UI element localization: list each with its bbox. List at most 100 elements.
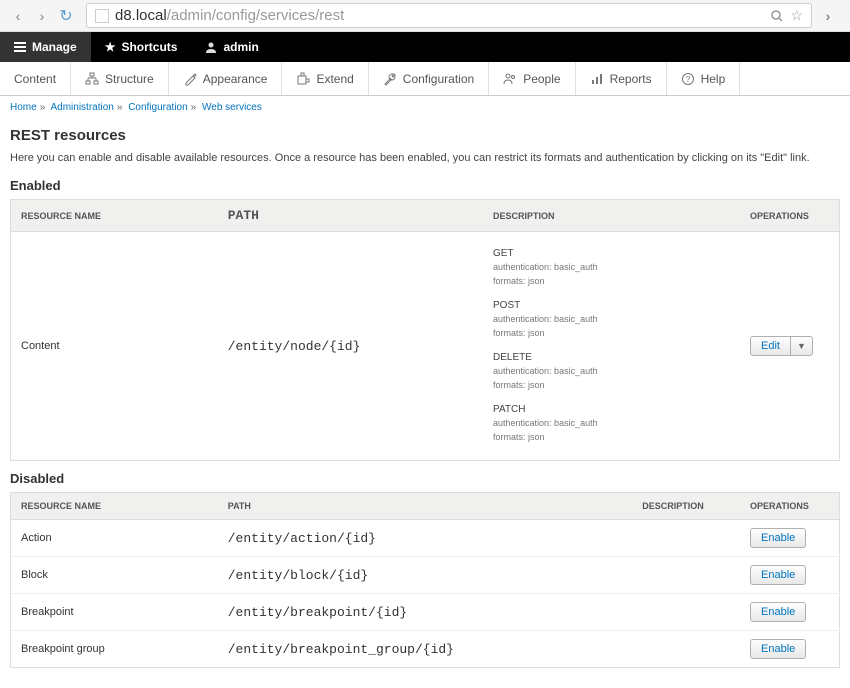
edit-button[interactable]: Edit ▼ bbox=[750, 336, 813, 356]
browser-chrome: ‹ › ↻ d8.local/admin/config/services/res… bbox=[0, 0, 850, 32]
cell-resource-name: Action bbox=[11, 520, 218, 557]
tab-structure[interactable]: Structure bbox=[71, 62, 169, 95]
table-row: Breakpoint group/entity/breakpoint_group… bbox=[11, 631, 840, 668]
cell-operations: Edit ▼ bbox=[740, 232, 840, 461]
method-formats: formats: json bbox=[493, 275, 730, 289]
heading-enabled: Enabled bbox=[10, 178, 840, 193]
col-resource-name: RESOURCE NAME bbox=[11, 493, 218, 520]
tab-appearance[interactable]: Appearance bbox=[169, 62, 283, 95]
col-path: PATH bbox=[218, 493, 633, 520]
col-operations: OPERATIONS bbox=[740, 200, 840, 232]
user-icon bbox=[205, 41, 217, 53]
table-row: Action/entity/action/{id} Enable bbox=[11, 520, 840, 557]
enabled-table: RESOURCE NAME PATH DESCRIPTION OPERATION… bbox=[10, 199, 840, 461]
method-auth: authentication: basic_auth bbox=[493, 417, 730, 431]
method-name: GET bbox=[493, 248, 730, 259]
toolbar-manage[interactable]: Manage bbox=[0, 32, 91, 62]
svg-text:?: ? bbox=[685, 75, 690, 84]
extend-icon bbox=[296, 72, 310, 86]
method-auth: authentication: basic_auth bbox=[493, 365, 730, 379]
reports-icon bbox=[590, 72, 604, 86]
disabled-table: RESOURCE NAME PATH DESCRIPTION OPERATION… bbox=[10, 492, 840, 668]
appearance-icon bbox=[183, 72, 197, 86]
forward-button[interactable]: › bbox=[32, 6, 52, 26]
cell-resource-name: Breakpoint group bbox=[11, 631, 218, 668]
col-resource-name: RESOURCE NAME bbox=[11, 200, 218, 232]
method-auth: authentication: basic_auth bbox=[493, 261, 730, 275]
tab-structure-label: Structure bbox=[105, 72, 154, 86]
search-icon[interactable] bbox=[770, 9, 784, 23]
tab-configuration[interactable]: Configuration bbox=[369, 62, 489, 95]
cell-operations: Enable bbox=[740, 520, 839, 557]
cell-path: /entity/breakpoint/{id} bbox=[218, 594, 633, 631]
tab-help[interactable]: ? Help bbox=[667, 62, 741, 95]
star-icon: ★ bbox=[105, 40, 116, 54]
method-block: GET authentication: basic_authformats: js… bbox=[493, 248, 730, 288]
cell-path: /entity/block/{id} bbox=[218, 557, 633, 594]
url-host: d8.local bbox=[115, 7, 167, 24]
admin-toolbar: Manage ★ Shortcuts admin bbox=[0, 32, 850, 62]
heading-disabled: Disabled bbox=[10, 471, 840, 486]
overflow-button[interactable]: › bbox=[818, 6, 838, 26]
tab-reports-label: Reports bbox=[610, 72, 652, 86]
cell-path: /entity/breakpoint_group/{id} bbox=[218, 631, 633, 668]
cell-operations: Enable bbox=[740, 631, 839, 668]
structure-icon bbox=[85, 72, 99, 86]
enable-button[interactable]: Enable bbox=[750, 639, 806, 659]
method-formats: formats: json bbox=[493, 431, 730, 445]
toolbar-user[interactable]: admin bbox=[191, 32, 272, 62]
method-name: POST bbox=[493, 300, 730, 311]
page-description: Here you can enable and disable availabl… bbox=[10, 152, 840, 164]
toolbar-shortcuts[interactable]: ★ Shortcuts bbox=[91, 32, 192, 62]
method-auth: authentication: basic_auth bbox=[493, 313, 730, 327]
breadcrumb-admin[interactable]: Administration bbox=[50, 102, 113, 113]
cell-description: GETauthentication: basic_authformats: js… bbox=[483, 232, 740, 461]
enable-button[interactable]: Enable bbox=[750, 602, 806, 622]
table-row: Content /entity/node/{id} GET authenticat… bbox=[11, 232, 840, 461]
tab-reports[interactable]: Reports bbox=[576, 62, 667, 95]
tab-configuration-label: Configuration bbox=[403, 72, 474, 86]
tab-content[interactable]: Content bbox=[0, 62, 71, 95]
breadcrumb-home[interactable]: Home bbox=[10, 102, 37, 113]
toolbar-shortcuts-label: Shortcuts bbox=[121, 40, 177, 54]
tab-extend-label: Extend bbox=[316, 72, 353, 86]
breadcrumb-webservices[interactable]: Web services bbox=[202, 102, 262, 113]
method-name: PATCH bbox=[493, 404, 730, 415]
method-name: DELETE bbox=[493, 352, 730, 363]
method-block: PATCH authentication: basic_authformats: … bbox=[493, 404, 730, 444]
enable-button[interactable]: Enable bbox=[750, 528, 806, 548]
reload-button[interactable]: ↻ bbox=[56, 6, 76, 26]
tab-content-label: Content bbox=[14, 72, 56, 86]
url-path: /admin/config/services/rest bbox=[167, 7, 345, 24]
admin-tabs: Content Structure Appearance Extend Conf… bbox=[0, 62, 850, 96]
tab-help-label: Help bbox=[701, 72, 726, 86]
method-formats: formats: json bbox=[493, 327, 730, 341]
cell-operations: Enable bbox=[740, 594, 839, 631]
people-icon bbox=[503, 72, 517, 86]
cell-path: /entity/node/{id} bbox=[218, 232, 483, 461]
page-icon bbox=[95, 9, 109, 23]
back-button[interactable]: ‹ bbox=[8, 6, 28, 26]
url-bar[interactable]: d8.local/admin/config/services/rest ☆ bbox=[86, 3, 812, 28]
breadcrumb-config[interactable]: Configuration bbox=[128, 102, 187, 113]
col-description: DESCRIPTION bbox=[632, 493, 740, 520]
cell-description bbox=[632, 557, 740, 594]
toolbar-manage-label: Manage bbox=[32, 40, 77, 54]
chevron-down-icon[interactable]: ▼ bbox=[791, 337, 812, 355]
cell-resource-name: Content bbox=[11, 232, 218, 461]
cell-description bbox=[632, 594, 740, 631]
help-icon: ? bbox=[681, 72, 695, 86]
cell-description bbox=[632, 631, 740, 668]
toolbar-user-label: admin bbox=[223, 40, 258, 54]
method-formats: formats: json bbox=[493, 379, 730, 393]
wrench-icon bbox=[383, 72, 397, 86]
hamburger-icon bbox=[14, 42, 26, 52]
tab-people[interactable]: People bbox=[489, 62, 575, 95]
tab-extend[interactable]: Extend bbox=[282, 62, 368, 95]
cell-description bbox=[632, 520, 740, 557]
cell-path: /entity/action/{id} bbox=[218, 520, 633, 557]
col-description: DESCRIPTION bbox=[483, 200, 740, 232]
enable-button[interactable]: Enable bbox=[750, 565, 806, 585]
col-operations: OPERATIONS bbox=[740, 493, 839, 520]
bookmark-icon[interactable]: ☆ bbox=[790, 7, 803, 24]
